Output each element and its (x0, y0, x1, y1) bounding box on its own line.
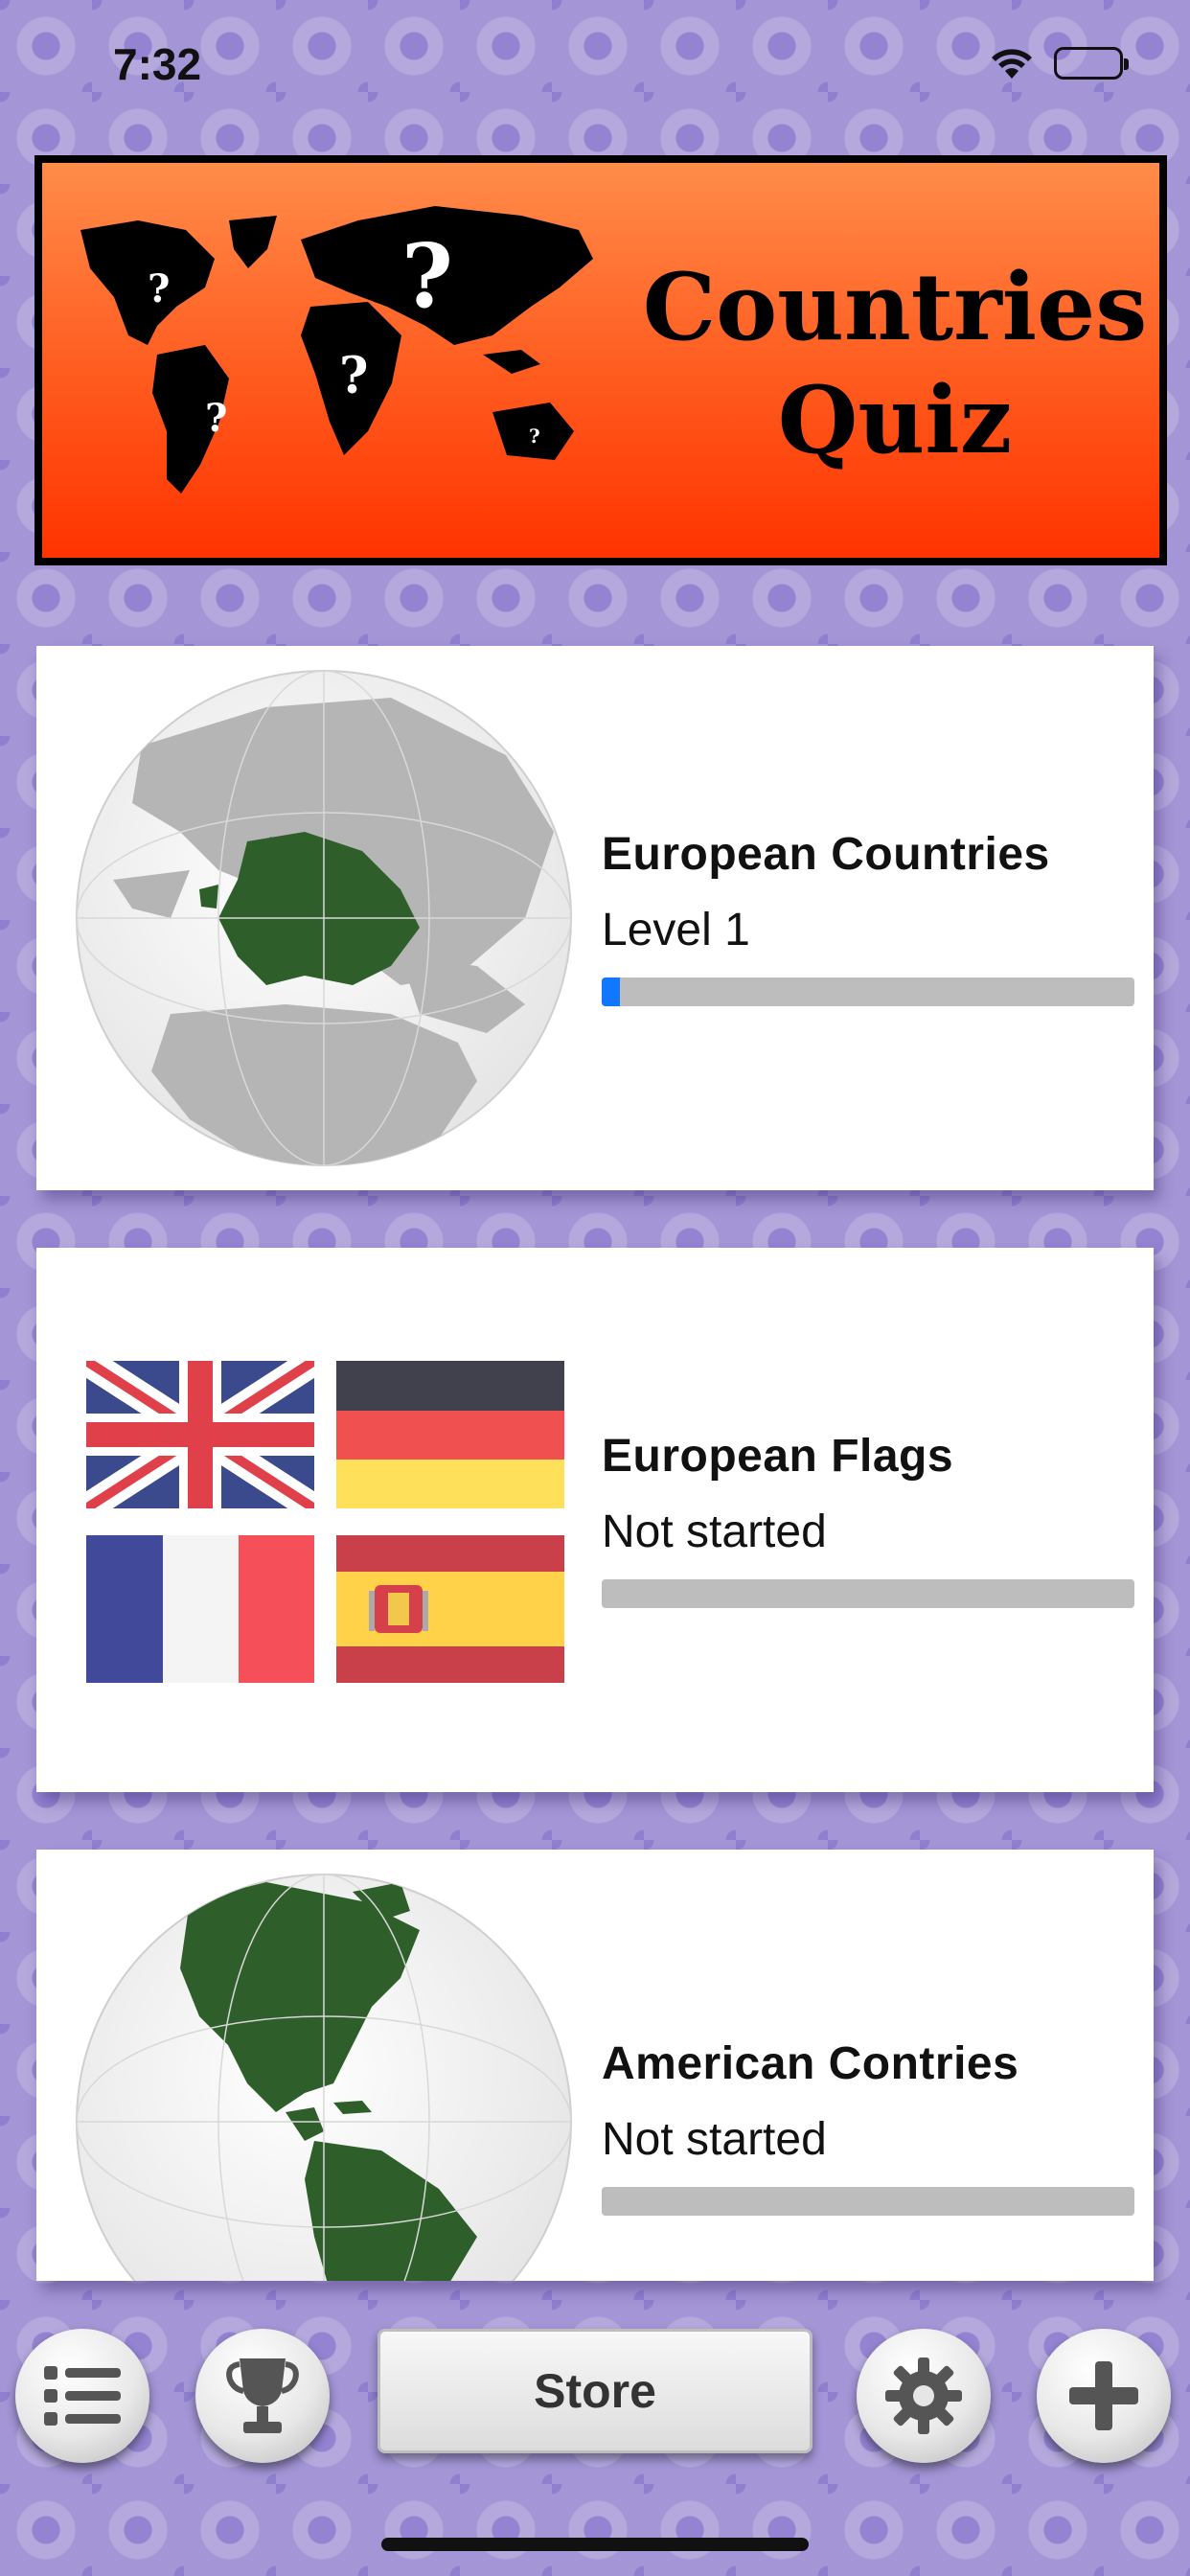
quiz-status: Level 1 (602, 905, 750, 955)
quiz-status: Not started (602, 2114, 827, 2165)
quiz-status: Not started (602, 1506, 827, 1557)
app-title-line1: Countries (642, 253, 1148, 361)
gear-icon (885, 2358, 962, 2434)
europe-globe-icon (76, 670, 572, 1166)
world-map-question-icon: ? ? ? ? ? (80, 206, 593, 494)
plus-icon (1069, 2361, 1138, 2430)
progress-bar (602, 978, 1134, 1006)
card-info: American Contries Not started (602, 2037, 1134, 2216)
americas-globe-icon (76, 1874, 572, 2281)
trophy-icon (226, 2358, 299, 2433)
progress-bar (602, 2187, 1134, 2216)
status-icons (989, 46, 1129, 80)
app-title-line2: Quiz (777, 366, 1013, 474)
store-button[interactable]: Store (378, 2329, 812, 2453)
european-flags-icon (86, 1361, 565, 1687)
svg-text:?: ? (339, 347, 368, 405)
progress-bar (602, 1579, 1134, 1608)
status-bar: 7:32 (0, 0, 1190, 134)
home-indicator[interactable] (381, 2538, 809, 2551)
battery-icon (1054, 47, 1129, 80)
wifi-icon (989, 46, 1035, 80)
quiz-card-american-countries[interactable]: American Contries Not started (36, 1850, 1154, 2281)
card-info: European Countries Level 1 (602, 828, 1134, 1006)
status-time: 7:32 (113, 39, 202, 89)
quiz-card-european-countries[interactable]: European Countries Level 1 (36, 646, 1154, 1190)
app-title: Countries Quiz (598, 251, 1190, 477)
germany-flag-icon (336, 1361, 564, 1508)
quiz-card-european-flags[interactable]: European Flags Not started (36, 1248, 1154, 1792)
quiz-title: American Contries (602, 2038, 1019, 2089)
list-button[interactable] (15, 2329, 149, 2463)
quiz-title: European Countries (602, 829, 1050, 880)
trophy-button[interactable] (195, 2329, 330, 2463)
bottom-toolbar: Store (0, 2285, 1190, 2576)
progress-fill (602, 978, 621, 1006)
spain-flag-icon (336, 1535, 564, 1683)
svg-text:?: ? (529, 425, 540, 448)
france-flag-icon (86, 1535, 314, 1683)
card-info: European Flags Not started (602, 1430, 1134, 1608)
add-button[interactable] (1037, 2329, 1171, 2463)
svg-text:?: ? (401, 224, 453, 328)
list-icon (44, 2366, 121, 2426)
uk-flag-icon (86, 1361, 314, 1508)
settings-button[interactable] (857, 2329, 991, 2463)
header-banner: ? ? ? ? ? Countries Quiz (34, 155, 1167, 565)
quiz-title: European Flags (602, 1431, 954, 1482)
svg-text:?: ? (205, 396, 227, 441)
svg-text:?: ? (148, 266, 170, 311)
